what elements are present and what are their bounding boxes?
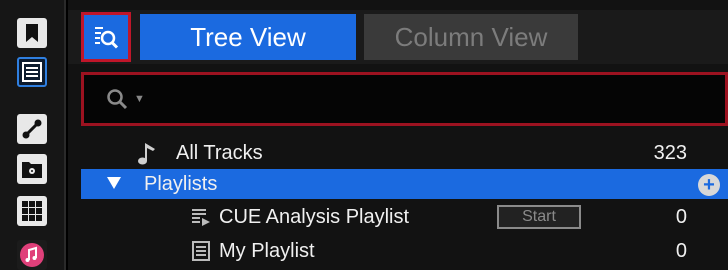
tree-label-all-tracks: All Tracks	[176, 141, 263, 164]
tree-row-my-playlist[interactable]: My Playlist 0	[81, 236, 728, 266]
link-icon[interactable]	[17, 114, 47, 144]
playlist-icon	[192, 241, 210, 261]
search-filter-button[interactable]	[81, 12, 131, 62]
browser-panel: Tree View Column View ▼ All Tracks 323 P…	[68, 0, 728, 270]
tree-row-playlists[interactable]: Playlists +	[81, 169, 728, 199]
view-tabs: Tree View Column View	[68, 10, 728, 64]
search-icon	[107, 89, 128, 110]
explorer-icon[interactable]	[17, 154, 47, 184]
music-note-icon	[135, 140, 161, 166]
playlist-count: 0	[675, 239, 687, 262]
tree-row-all-tracks[interactable]: All Tracks 323	[81, 138, 728, 168]
tree-label-cue-analysis-playlist: CUE Analysis Playlist	[219, 205, 410, 228]
tree-row-cue-analysis-playlist[interactable]: CUE Analysis Playlist Start 0	[81, 202, 728, 232]
start-analysis-button[interactable]: Start	[497, 205, 581, 229]
smart-playlist-icon	[191, 207, 211, 227]
search-filter-icon	[95, 27, 119, 49]
tab-column-view[interactable]: Column View	[364, 14, 578, 60]
search-input[interactable]	[154, 88, 715, 110]
tab-tree-view[interactable]: Tree View	[140, 14, 356, 60]
chevron-down-icon[interactable]: ▼	[134, 93, 145, 105]
search-bar[interactable]: ▼	[81, 72, 728, 126]
playlist-count: 0	[675, 205, 687, 228]
left-sidebar	[0, 0, 66, 270]
tree-label-playlists: Playlists	[144, 172, 218, 195]
tree-label-my-playlist: My Playlist	[219, 239, 315, 262]
expand-triangle-icon[interactable]	[107, 177, 121, 189]
browser-list-icon[interactable]	[17, 57, 47, 87]
track-count: 323	[653, 141, 687, 164]
bookmark-icon[interactable]	[17, 18, 47, 48]
grid-icon[interactable]	[17, 196, 47, 226]
music-icon[interactable]	[17, 240, 47, 270]
add-playlist-button[interactable]: +	[698, 174, 720, 196]
